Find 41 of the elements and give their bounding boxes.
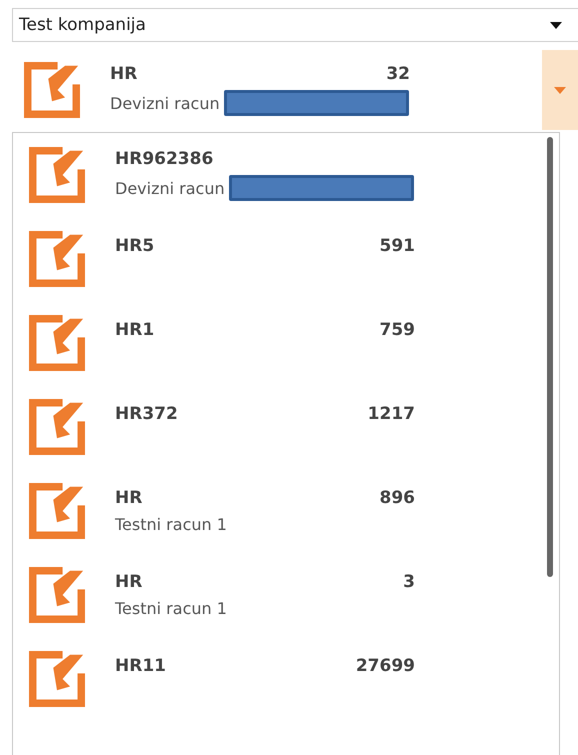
selected-account[interactable]: HR 32 Devizni racun xyxy=(0,50,542,130)
edit-check-icon xyxy=(29,567,85,623)
account-number-end: 896 xyxy=(380,488,415,508)
account-number-start: HR11 xyxy=(115,656,166,676)
account-item[interactable]: HR 3 Testni racun 1 xyxy=(13,553,559,637)
account-number-end: 1217 xyxy=(368,404,415,424)
account-item[interactable]: HR11 27699 xyxy=(13,637,559,721)
account-description: Testni racun 1 xyxy=(115,514,227,534)
edit-check-icon xyxy=(24,62,80,118)
account-item[interactable]: HR372 1217 xyxy=(13,385,559,469)
caret-icon xyxy=(554,86,566,94)
account-description: Devizni racun xyxy=(115,178,225,198)
account-description: Testni racun 1 xyxy=(115,598,227,618)
edit-check-icon xyxy=(29,651,85,707)
account-number-start: HR xyxy=(115,488,142,508)
account-number-start: HR1 xyxy=(115,320,154,340)
caret-icon xyxy=(550,22,562,28)
account-number-start: HR xyxy=(115,572,142,592)
edit-check-icon xyxy=(29,315,85,371)
account-description: Devizni racun xyxy=(110,94,220,112)
account-number-end: 32 xyxy=(386,64,410,84)
account-item[interactable]: HR5 591 xyxy=(13,217,559,301)
company-name: Test kompanija xyxy=(19,15,146,35)
account-number-end: 3 xyxy=(403,572,415,592)
account-number-start: HR372 xyxy=(115,404,178,424)
company-select[interactable]: Test kompanija xyxy=(12,8,578,42)
edit-check-icon xyxy=(29,399,85,455)
account-number-end: 591 xyxy=(380,236,415,256)
edit-check-icon xyxy=(29,483,85,539)
edit-check-icon xyxy=(29,147,85,203)
account-number-start: HR962386 xyxy=(115,149,214,169)
account-number-start: HR5 xyxy=(115,236,154,256)
account-number-start: HR xyxy=(110,64,138,84)
account-item[interactable]: HR 896 Testni racun 1 xyxy=(13,469,559,553)
scrollbar[interactable] xyxy=(547,137,553,577)
dropdown-button[interactable] xyxy=(542,50,578,130)
account-number-end: 27699 xyxy=(356,656,415,676)
account-item[interactable]: HR1 759 xyxy=(13,301,559,385)
account-item[interactable]: HR962386 Devizni racun xyxy=(13,133,559,217)
account-number-end: 759 xyxy=(380,320,415,340)
edit-check-icon xyxy=(29,231,85,287)
